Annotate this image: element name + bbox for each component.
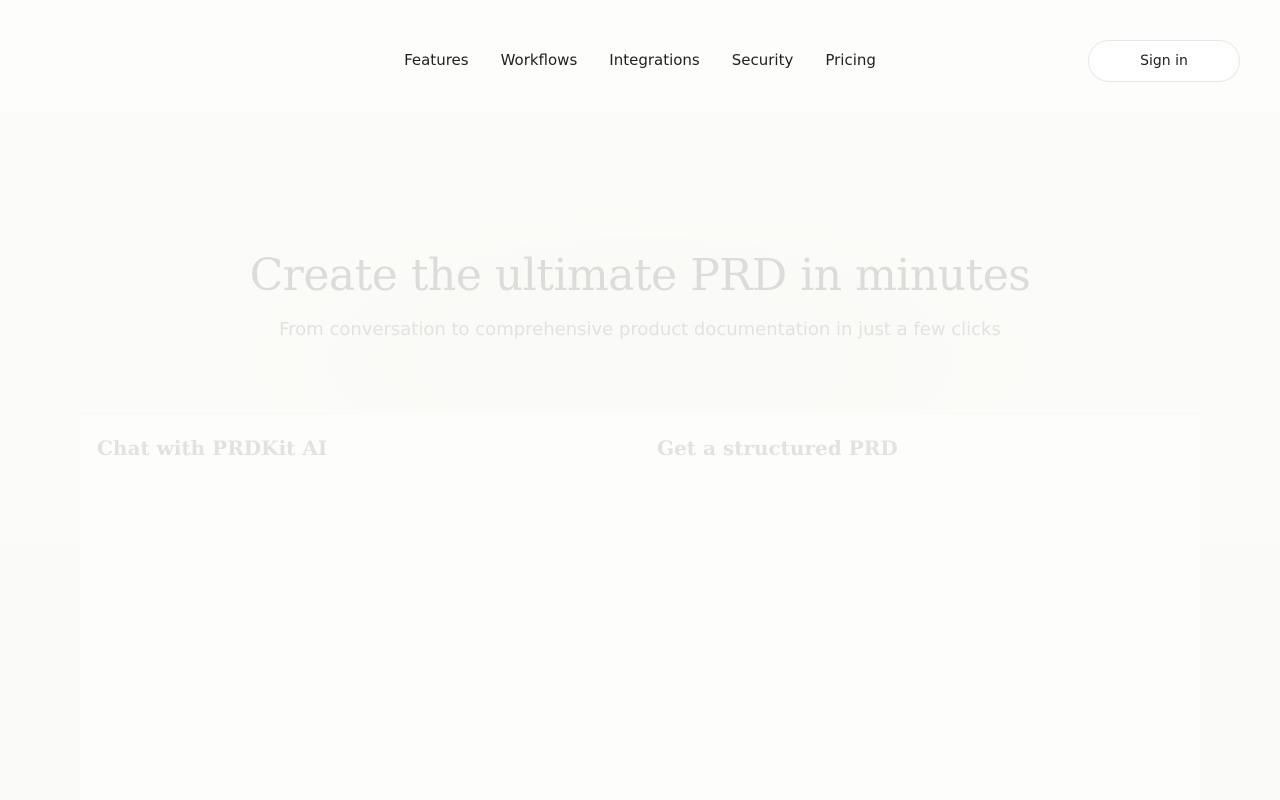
hero-subtitle: From conversation to comprehensive produ…	[279, 319, 1001, 340]
nav-item-pricing[interactable]: Pricing	[809, 50, 892, 70]
nav-item-workflows[interactable]: Workflows	[485, 50, 594, 70]
sign-in-button[interactable]: Sign in	[1088, 40, 1240, 82]
hero-title: Create the ultimate PRD in minutes	[249, 250, 1031, 301]
nav-item-features[interactable]: Features	[388, 50, 485, 70]
prd-panel-title: Get a structured PRD	[657, 436, 898, 460]
prd-panel: Get a structured PRD	[640, 415, 1200, 800]
nav-item-security[interactable]: Security	[716, 50, 810, 70]
chat-panel-title: Chat with PRDKit AI	[97, 436, 328, 460]
nav-item-integrations[interactable]: Integrations	[593, 50, 715, 70]
feature-panels: Chat with PRDKit AI Get a structured PRD	[80, 415, 1200, 800]
site-header: Features Workflows Integrations Security…	[0, 0, 1280, 112]
chat-panel: Chat with PRDKit AI	[80, 415, 640, 800]
